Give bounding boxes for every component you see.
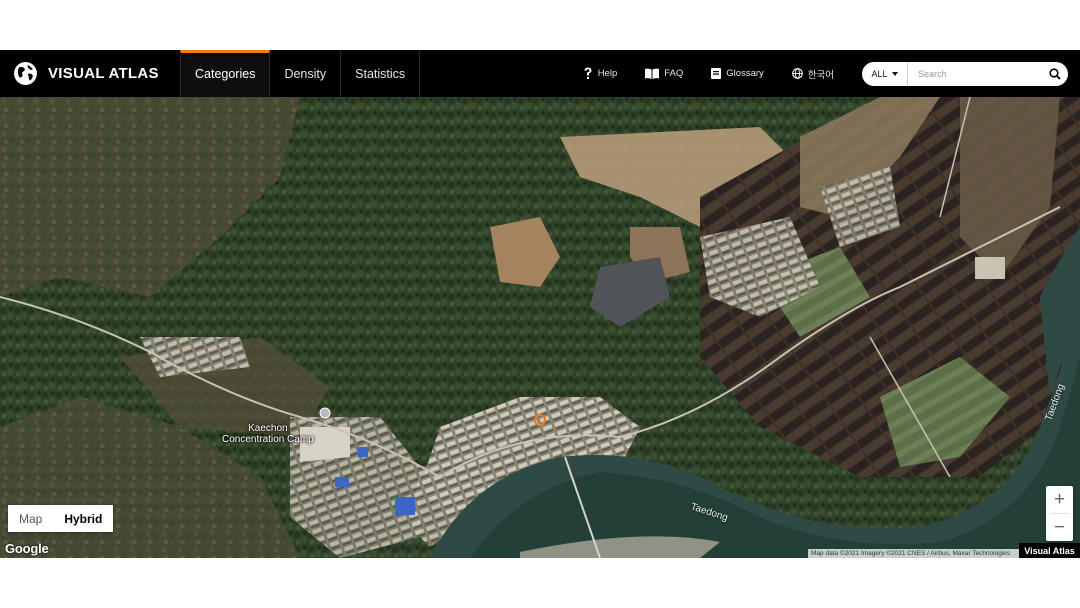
google-logo: Google: [5, 541, 49, 556]
faq-label: FAQ: [664, 68, 684, 79]
top-navigation-bar: VISUAL ATLAS Categories Density Statisti…: [0, 50, 1080, 97]
map-type-toggle: Map Hybrid: [8, 505, 114, 532]
satellite-imagery: [0, 97, 1080, 558]
language-link[interactable]: 한국어: [791, 67, 834, 81]
open-book-icon: [645, 68, 660, 79]
help-label: Help: [597, 68, 618, 79]
glossary-link[interactable]: Glossary: [711, 68, 764, 79]
tab-statistics[interactable]: Statistics: [341, 50, 421, 97]
main-tabs: Categories Density Statistics: [180, 50, 421, 97]
map-type-hybrid-button[interactable]: Hybrid: [53, 505, 113, 532]
caret-down-icon: [891, 71, 898, 76]
place-label-kaechon[interactable]: Kaechon Concentration Camp: [222, 423, 314, 445]
search-icon: [1049, 67, 1061, 80]
map-attribution: Map data ©2021 Imagery ©2021 CNES / Airb…: [808, 549, 1028, 558]
zoom-controls: + −: [1046, 486, 1073, 541]
brand[interactable]: VISUAL ATLAS: [0, 50, 180, 97]
faq-link[interactable]: FAQ: [645, 68, 683, 79]
utility-links: Help FAQ Glossary 한국어 ALL Search: [583, 50, 1080, 97]
globe-icon: [791, 68, 803, 79]
search-bar: ALL: [862, 61, 1068, 86]
search-filter-dropdown[interactable]: ALL: [862, 61, 908, 86]
app-frame: VISUAL ATLAS Categories Density Statisti…: [0, 50, 1080, 558]
tab-categories[interactable]: Categories: [180, 50, 271, 97]
globe-logo-icon: [14, 62, 37, 85]
glossary-book-icon: [711, 68, 722, 79]
zoom-in-button[interactable]: +: [1046, 486, 1073, 513]
search-button[interactable]: [1042, 61, 1068, 86]
satellite-map[interactable]: Kaechon Concentration Camp Taedong Taedon…: [0, 97, 1080, 558]
question-mark-icon: [584, 67, 592, 79]
search-filter-value: ALL: [871, 68, 888, 79]
map-type-map-button[interactable]: Map: [8, 505, 53, 532]
zoom-out-button[interactable]: −: [1046, 514, 1073, 541]
visual-atlas-watermark: Visual Atlas: [1019, 543, 1080, 558]
search-input[interactable]: [908, 61, 1042, 86]
brand-name: VISUAL ATLAS: [48, 65, 159, 82]
glossary-label: Glossary: [726, 68, 764, 79]
language-label: 한국어: [807, 69, 834, 81]
tab-density[interactable]: Density: [270, 50, 342, 97]
help-link[interactable]: Help: [583, 67, 618, 80]
